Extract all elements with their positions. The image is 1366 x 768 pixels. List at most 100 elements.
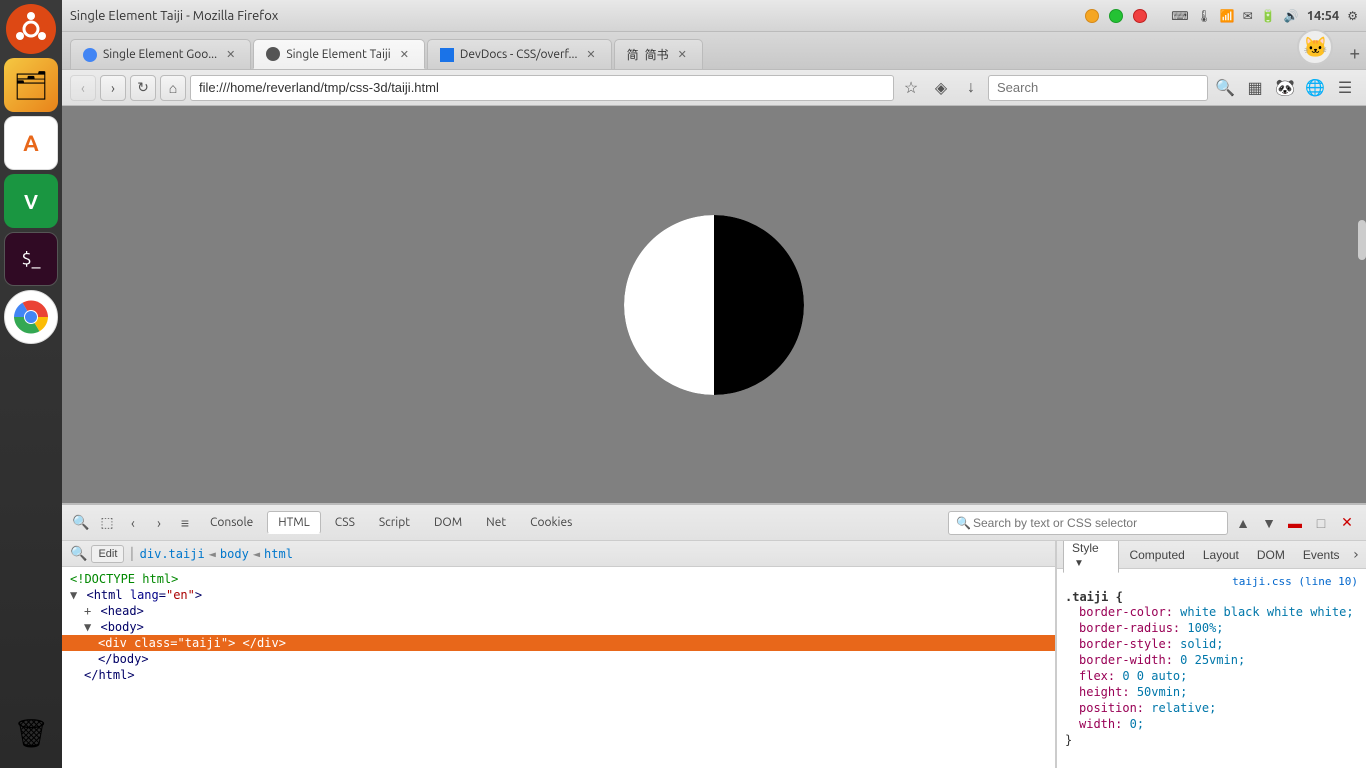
back-button[interactable]: ‹ [70, 75, 96, 101]
devtools-toolbar: 🔍 ⬚ ‹ › ≡ Console HTML CSS Script DOM Ne… [62, 505, 1366, 541]
html-line-close-html[interactable]: </html> [62, 667, 1055, 683]
devtools-tab-dom[interactable]: DOM [424, 512, 472, 533]
url-bar[interactable] [190, 75, 894, 101]
download-icon[interactable]: ↓ [958, 75, 984, 101]
breadcrumb-edit-btn[interactable]: Edit [91, 545, 124, 563]
tab1-close[interactable]: ✕ [223, 47, 238, 62]
style-prop-position: position: relative; [1057, 700, 1366, 716]
battery-icon: 🔋 [1261, 9, 1276, 23]
style-panel-extra-btn[interactable]: › [1352, 547, 1360, 563]
titlebar: Single Element Taiji - Mozilla Firefox ⌨… [62, 0, 1366, 32]
font-icon[interactable]: A [4, 116, 58, 170]
devtools-back-btn[interactable]: ‹ [122, 512, 144, 534]
maximize-btn[interactable] [1109, 9, 1123, 23]
html-line-head[interactable]: + <head> [62, 603, 1055, 619]
terminal-icon[interactable]: $_ [4, 232, 58, 286]
style-panel-tabs: Style ▼ Computed Layout DOM Events › [1057, 541, 1366, 569]
tab2-label: Single Element Taiji [286, 48, 390, 61]
tab-devdocs[interactable]: DevDocs - CSS/overf... ✕ [427, 39, 612, 69]
reload-button[interactable]: ↻ [130, 75, 156, 101]
style-rule-container: taiji.css (line 10) .taiji { border-colo… [1057, 569, 1366, 748]
tab-single-element-taiji[interactable]: Single Element Taiji ✕ [253, 39, 425, 69]
devtools-prev-result[interactable]: ▲ [1232, 512, 1254, 534]
clock: 14:54 [1307, 9, 1340, 23]
tab4-close[interactable]: ✕ [675, 47, 690, 62]
devtools-tab-console[interactable]: Console [200, 512, 263, 533]
tab-jianshu[interactable]: 简 简书 ✕ [614, 39, 703, 69]
devtools-pick-btn[interactable]: ⬚ [96, 512, 118, 534]
style-panel: Style ▼ Computed Layout DOM Events › tai… [1056, 541, 1366, 768]
tab2-close[interactable]: ✕ [397, 47, 412, 62]
style-tab-dom[interactable]: DOM [1249, 545, 1293, 565]
qr-icon[interactable]: ▦ [1242, 75, 1268, 101]
html-line-html[interactable]: ▼ <html lang="en"> [62, 587, 1055, 603]
style-tab-style[interactable]: Style ▼ [1063, 541, 1119, 573]
volume-icon: 🔊 [1284, 9, 1299, 23]
style-properties: border-color: white black white white; b… [1057, 604, 1366, 748]
minimize-btn[interactable] [1085, 9, 1099, 23]
devtools-inspect-btn[interactable]: 🔍 [70, 512, 92, 534]
style-tab-computed[interactable]: Computed [1121, 545, 1192, 565]
window-title: Single Element Taiji - Mozilla Firefox [70, 9, 278, 23]
devtools-maximize-btn[interactable]: □ [1310, 512, 1332, 534]
breadcrumb-html[interactable]: html [264, 547, 293, 561]
home-button[interactable]: ⌂ [160, 75, 186, 101]
style-prop-height: height: 50vmin; [1057, 684, 1366, 700]
tab3-close[interactable]: ✕ [583, 47, 598, 62]
extension-btn1[interactable]: 🐼 [1272, 75, 1298, 101]
chrome-icon[interactable] [4, 290, 58, 344]
devtools-next-result[interactable]: ▼ [1258, 512, 1280, 534]
devtools-expand-btn[interactable]: ≡ [174, 512, 196, 534]
tabsbar: Single Element Goo... ✕ Single Element T… [62, 32, 1366, 70]
menu-button[interactable]: ☰ [1332, 75, 1358, 101]
settings-icon[interactable]: ⚙ [1347, 9, 1358, 23]
page-content [62, 106, 1366, 503]
devtools-tab-net[interactable]: Net [476, 512, 516, 533]
style-tab-layout[interactable]: Layout [1195, 545, 1247, 565]
zoom-icon[interactable]: 🔍 [1212, 75, 1238, 101]
tab4-favicon: 简 [627, 46, 639, 63]
html-line-body[interactable]: ▼ <body> [62, 619, 1055, 635]
extension-btn2[interactable]: 🌐 [1302, 75, 1328, 101]
keyboard-icon: ⌨ [1171, 9, 1188, 23]
devtools-tab-css[interactable]: CSS [325, 512, 365, 533]
devtools-close-btn[interactable]: ✕ [1336, 512, 1358, 534]
pocket-icon[interactable]: ◈ [928, 75, 954, 101]
html-line-div-taiji[interactable]: <div class="taiji"> </div> [62, 635, 1055, 651]
html-breadcrumb: 🔍 Edit │ div.taiji ◄ body ◄ html [62, 541, 1055, 567]
html-panel: <!DOCTYPE html> ▼ <html lang="en"> + <he… [62, 567, 1055, 768]
tab-single-element-goo[interactable]: Single Element Goo... ✕ [70, 39, 251, 69]
trash-icon[interactable]: 🗑 [4, 706, 58, 760]
style-rule-file[interactable]: taiji.css (line 10) [1057, 569, 1366, 590]
breadcrumb-body[interactable]: body [220, 547, 249, 561]
files-icon[interactable]: 🗂 [4, 58, 58, 112]
temp-icon: 🌡 [1197, 9, 1212, 23]
style-tab-events[interactable]: Events [1295, 545, 1348, 565]
devtools-search-input[interactable] [948, 511, 1228, 535]
devtools-minimize-btn[interactable]: ▬ [1284, 512, 1306, 534]
style-prop-border-width: border-width: 0 25vmin; [1057, 652, 1366, 668]
breadcrumb-inspect-icon: 🔍 [70, 546, 87, 562]
ubuntu-icon[interactable] [6, 4, 56, 54]
devtools-forward-btn[interactable]: › [148, 512, 170, 534]
profile-avatar[interactable]: 🐱 [1297, 29, 1333, 65]
browser-window: Single Element Taiji - Mozilla Firefox ⌨… [62, 0, 1366, 768]
vim-icon[interactable]: V [4, 174, 58, 228]
devtools-tab-cookies[interactable]: Cookies [520, 512, 582, 533]
style-prop-border-style: border-style: solid; [1057, 636, 1366, 652]
search-input[interactable] [988, 75, 1208, 101]
breadcrumb-div-taiji[interactable]: div.taiji [140, 547, 205, 561]
forward-button[interactable]: › [100, 75, 126, 101]
html-line-close-body[interactable]: </body> [62, 651, 1055, 667]
tab3-label: DevDocs - CSS/overf... [460, 48, 577, 61]
new-tab-button[interactable]: + [1343, 44, 1366, 65]
bookmark-star[interactable]: ☆ [898, 75, 924, 101]
html-panel-container: 🔍 Edit │ div.taiji ◄ body ◄ html <!DOCTY… [62, 541, 1056, 768]
devtools-tab-html[interactable]: HTML [267, 511, 321, 534]
devtools-tab-script[interactable]: Script [369, 512, 420, 533]
tab1-favicon [83, 48, 97, 62]
tab1-label: Single Element Goo... [103, 48, 217, 61]
tab3-favicon [440, 48, 454, 62]
html-line-doctype[interactable]: <!DOCTYPE html> [62, 571, 1055, 587]
close-btn[interactable] [1133, 9, 1147, 23]
